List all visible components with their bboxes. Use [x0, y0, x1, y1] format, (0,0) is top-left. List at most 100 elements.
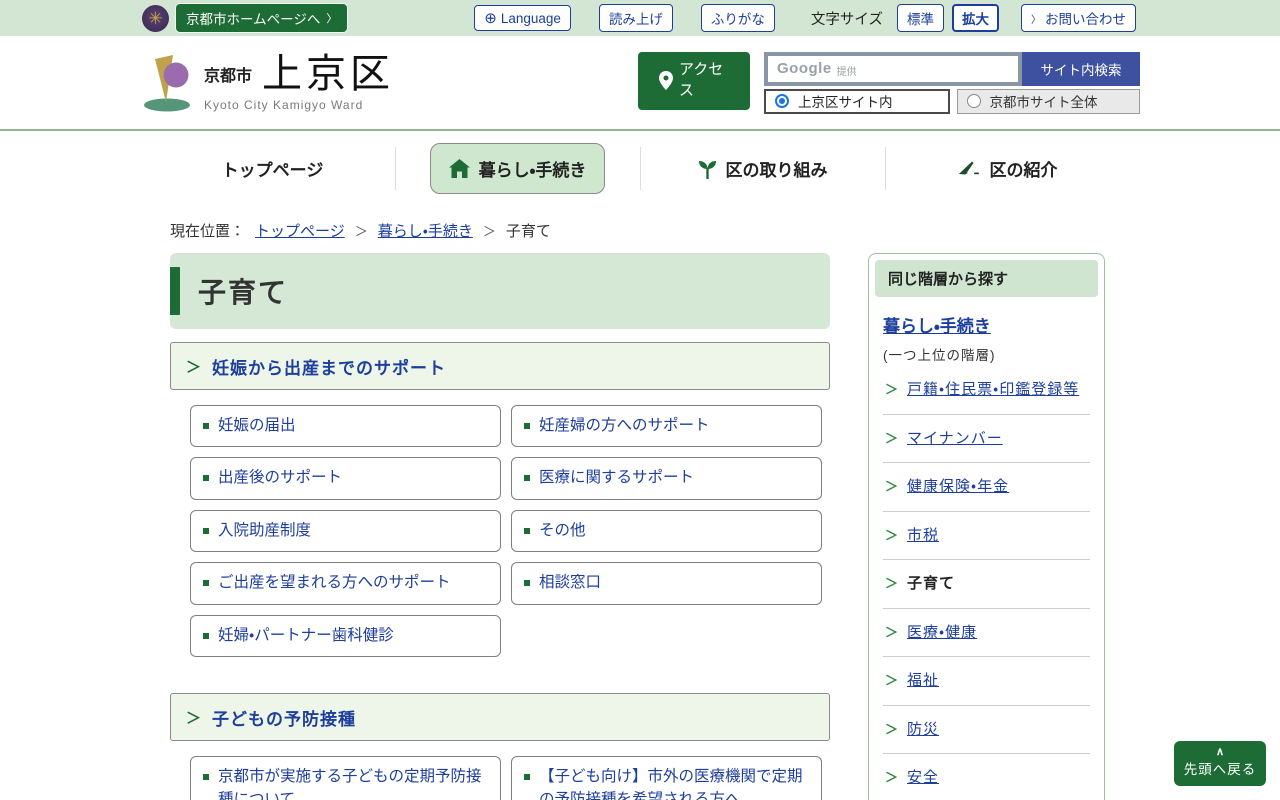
square-bullet-icon	[524, 423, 530, 429]
chevron-right-icon: 〉	[1031, 14, 1041, 26]
section-heading-label: 子どもの予防接種	[212, 709, 357, 729]
search-scope-ward-radio[interactable]: 上京区サイト内	[764, 88, 950, 114]
sidebar-item[interactable]: ＞ 戸籍・住民票・印鑑登録等	[883, 366, 1090, 415]
chevron-right-icon: ＞	[885, 382, 899, 397]
sidebar-item-label: 安全	[907, 769, 940, 786]
chevron-right-icon: ＞	[885, 770, 899, 785]
utility-bar: ✳ 京都市ホームページへ 〉 ⊕ Language 読み上げ ふりがな 文字サイ…	[0, 0, 1280, 36]
language-button[interactable]: ⊕ Language	[474, 5, 571, 31]
nav-top-page[interactable]: トップページ	[150, 131, 395, 206]
sidebar-item[interactable]: ＞ 市税	[883, 512, 1090, 560]
content-link[interactable]: 【子ども向け】市外の医療機関で定期の予防接種を希望される方へ	[511, 756, 822, 800]
nav-top-page-label: トップページ	[221, 161, 324, 180]
square-bullet-icon	[203, 527, 209, 534]
title-accent-bar	[170, 267, 180, 315]
square-bullet-icon	[524, 475, 530, 482]
content-link-label: 妊産婦の方へのサポート	[539, 417, 710, 434]
square-bullet-icon	[203, 632, 209, 639]
content-link-label: 京都市が実施する子どもの定期予防接種について	[218, 768, 482, 800]
section-heading-label: 妊娠から出産までのサポート	[212, 358, 447, 378]
chevron-right-icon: ＞	[885, 624, 899, 640]
breadcrumb-current: 子育て	[505, 223, 551, 240]
search-scope-city-radio[interactable]: 京都市サイト全体	[956, 88, 1140, 114]
chevron-right-icon: ＞	[885, 479, 899, 494]
search-scope-city-label: 京都市サイト全体	[989, 95, 1098, 110]
chevron-right-icon: ＞	[186, 709, 202, 727]
sidebar-item[interactable]: ＞ 安全	[883, 754, 1090, 800]
access-button[interactable]: アクセス	[638, 51, 750, 110]
search-input[interactable]: Google 提供	[764, 51, 1022, 86]
sidebar-item-list: ＞ 戸籍・住民票・印鑑登録等 ＞ マイナンバー ＞ 健康保険・年金 ＞ 市税 ＞…	[883, 366, 1090, 800]
content-link[interactable]: ご出産を望まれる方へのサポート	[190, 562, 501, 605]
square-bullet-icon	[203, 423, 209, 429]
content-link[interactable]: 妊産婦の方へのサポート	[511, 405, 822, 448]
content-link[interactable]: 妊娠の届出	[190, 405, 501, 448]
sidebar-item-label: 福祉	[907, 672, 940, 689]
content-link[interactable]: 相談窓口	[511, 562, 822, 605]
content-link-label: その他	[539, 521, 586, 539]
sidebar-item-label: 健康保険・年金	[907, 478, 1010, 495]
site-logo[interactable]: 京都市 上京区 Kyoto City Kamigyo Ward	[140, 52, 394, 114]
sidebar-item[interactable]: ＞ 防災	[883, 706, 1090, 754]
nav-ku-torikumi[interactable]: 区の取り組み	[640, 131, 885, 206]
square-bullet-icon	[203, 475, 209, 482]
chevron-right-icon: ＞	[186, 358, 202, 376]
google-brand-label: Google	[777, 60, 832, 77]
logo-english-label: Kyoto City Kamigyo Ward	[204, 97, 364, 112]
furigana-button[interactable]: ふりがな	[700, 4, 775, 32]
sidebar-parent-link[interactable]: 暮らし・手続き	[883, 317, 991, 336]
sidebar-item[interactable]: ＞ 福祉	[883, 657, 1090, 706]
content-link[interactable]: 京都市が実施する子どもの定期予防接種について	[190, 756, 501, 800]
chevron-up-icon: ∧	[1215, 745, 1225, 758]
sidebar-item[interactable]: ＞ 健康保険・年金	[883, 463, 1090, 512]
chevron-right-icon: ＞	[885, 721, 899, 737]
read-aloud-button[interactable]: 読み上げ	[598, 4, 673, 32]
nav-kurashi-label: 暮らし・手続き	[478, 161, 587, 180]
site-header: 京都市 上京区 Kyoto City Kamigyo Ward アクセス Goo…	[0, 36, 1280, 131]
content-link-label: 入院助産制度	[218, 521, 312, 539]
main-nav: トップページ 暮らし・手続き 区の取り組み 区の紹介	[0, 131, 1280, 206]
breadcrumb-kurashi[interactable]: 暮らし・手続き	[378, 220, 473, 241]
content-link-label: 出産後のサポート	[218, 469, 343, 487]
fontsize-label: 文字サイズ	[810, 11, 883, 28]
nav-torikumi-label: 区の取り組み	[725, 161, 828, 180]
kyoto-city-home-button[interactable]: 京都市ホームページへ 〉	[175, 3, 349, 33]
site-search-button[interactable]: サイト内検索	[1022, 51, 1140, 86]
sidebar-item-label: 戸籍・住民票・印鑑登録等	[907, 381, 1080, 398]
sidebar-item[interactable]: ＞ マイナンバー	[883, 415, 1090, 463]
sidebar-item-label: 子育て	[907, 575, 956, 592]
breadcrumb-top-page[interactable]: トップページ	[255, 220, 345, 241]
radio-selected-icon	[775, 94, 789, 108]
content-link[interactable]: 妊婦・パートナー歯科健診	[190, 614, 501, 658]
logo-ward-label: 上京区	[262, 51, 395, 96]
chevron-right-icon: ＞	[885, 673, 899, 688]
content-link[interactable]: その他	[511, 509, 822, 553]
square-bullet-icon	[524, 527, 530, 534]
breadcrumb-prefix: 現在位置：	[170, 223, 246, 240]
back-to-top-button[interactable]: ∧ 先頭へ戻る	[1174, 740, 1266, 786]
contact-button[interactable]: 〉 お問い合わせ	[1021, 4, 1136, 32]
content-link[interactable]: 出産後のサポート	[190, 457, 501, 500]
fontsize-standard-button[interactable]: 標準	[897, 4, 944, 32]
content-link-label: 妊婦・パートナー歯科健診	[218, 626, 394, 644]
sidebar-parent-note: (一つ上位の階層)	[883, 348, 996, 363]
fontsize-enlarge-button[interactable]: 拡大	[952, 4, 999, 32]
sprout-icon	[698, 160, 716, 179]
map-pin-icon	[659, 71, 673, 90]
globe-icon: ⊕	[484, 10, 497, 27]
content-link-label: 相談窓口	[539, 574, 602, 592]
contact-label: お問い合わせ	[1045, 12, 1126, 27]
search-scope-ward-label: 上京区サイト内	[798, 95, 893, 110]
square-bullet-icon	[203, 580, 209, 587]
sidebar-item-label: マイナンバー	[907, 429, 1003, 447]
sidebar-item[interactable]: ＞ 子育て	[883, 560, 1090, 609]
content-link[interactable]: 医療に関するサポート	[511, 457, 822, 500]
nav-shoukai-label: 区の紹介	[989, 161, 1058, 180]
square-bullet-icon	[524, 580, 530, 587]
nav-ku-shoukai[interactable]: 区の紹介	[885, 131, 1130, 206]
chevron-right-icon: 〉	[326, 13, 338, 25]
nav-kurashi-tetsuzuki[interactable]: 暮らし・手続き	[395, 131, 640, 206]
sidebar-item[interactable]: ＞ 医療・健康	[883, 609, 1090, 657]
brush-icon	[958, 161, 979, 174]
content-link[interactable]: 入院助産制度	[190, 509, 501, 553]
